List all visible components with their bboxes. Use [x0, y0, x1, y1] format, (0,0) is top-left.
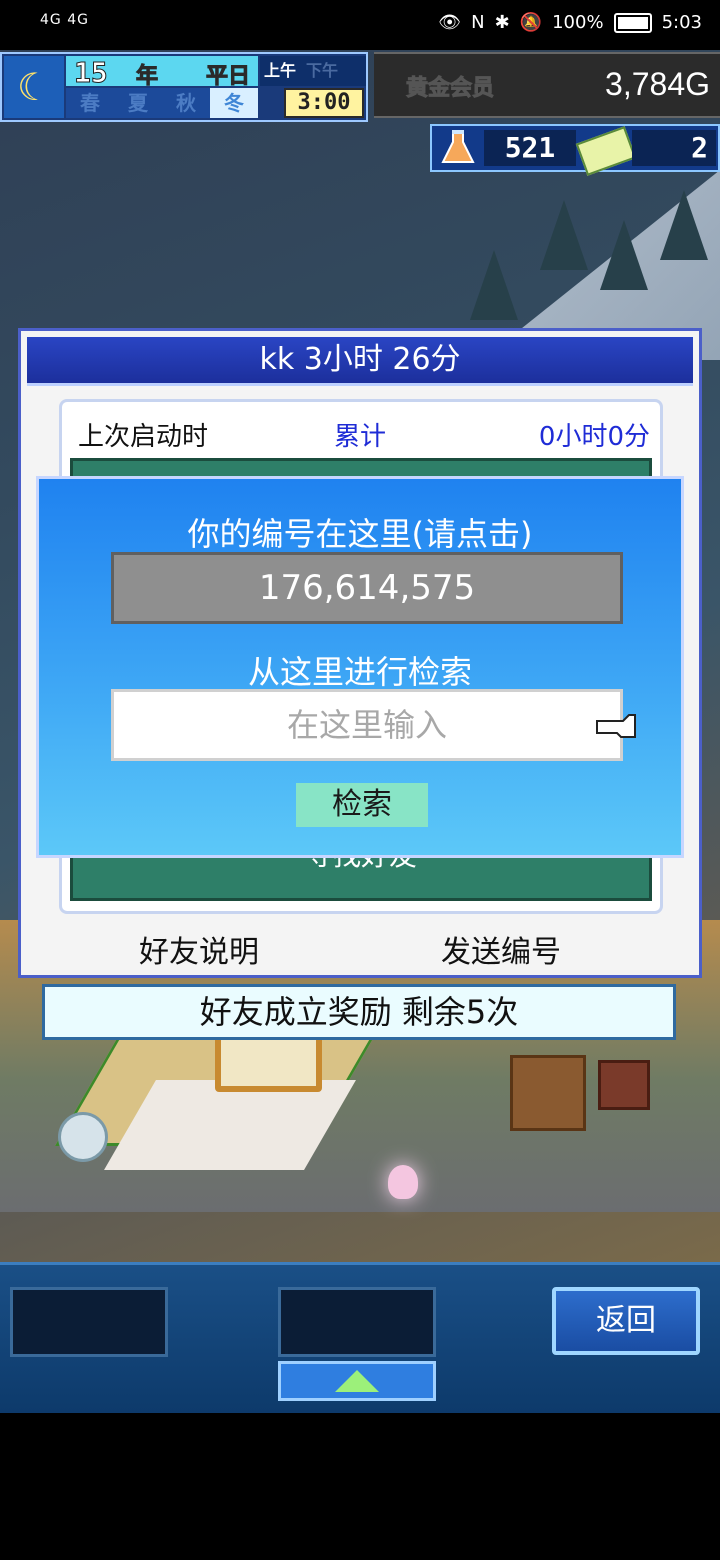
friend-bonus-banner: 好友成立奖励 剩余5次: [42, 984, 676, 1040]
season-spring: 春: [80, 91, 100, 115]
bottom-bar: 返回: [0, 1262, 720, 1413]
search-button[interactable]: 检索: [296, 783, 428, 827]
research-points: 521: [484, 130, 576, 166]
flask-icon: [441, 130, 475, 163]
season-row: 春 夏 秋 冬: [66, 88, 258, 118]
friend-description-button[interactable]: 好友说明: [139, 927, 259, 971]
resource-panel: 521 2: [430, 124, 720, 176]
id-dialog: 你的编号在这里(请点击) 176,614,575 从这里进行检索 检索: [36, 476, 684, 858]
nfc-icon: N: [471, 12, 485, 33]
bottom-slot-left[interactable]: [10, 1287, 168, 1357]
pine-tree-icon: [470, 250, 518, 320]
back-button[interactable]: 返回: [552, 1287, 700, 1355]
search-input[interactable]: [111, 689, 623, 761]
send-number-button[interactable]: 发送编号: [441, 927, 561, 971]
date-panel: ☾ 15 年 平日 春 夏 秋 冬 上午 下午 3:00: [0, 52, 368, 122]
eye-icon: 👁: [438, 12, 462, 33]
bottom-slot-middle[interactable]: [278, 1287, 436, 1357]
money-value: 3,784G: [605, 66, 710, 102]
ticket-count: 2: [632, 130, 716, 166]
am-label: 上午: [264, 61, 297, 80]
search-title: 从这里进行检索: [247, 653, 472, 691]
ampm-indicator: 上午 下午: [260, 56, 366, 86]
pine-tree-icon: [540, 200, 588, 270]
total-label: 累计: [334, 422, 387, 452]
battery-icon: [613, 12, 652, 33]
game-clock: 3:00: [284, 88, 364, 118]
pine-tree-icon: [660, 190, 708, 260]
gold-member-label: 黄金会员: [405, 76, 495, 102]
moon-icon: ☾: [4, 56, 64, 118]
season-winter: 冬: [210, 88, 258, 118]
status-bar: 4G 4G 👁 N ✱ 🔕 100% 5:03: [0, 0, 720, 50]
weekday-label: 平日: [205, 64, 250, 90]
bluetooth-icon: ✱: [494, 12, 510, 33]
year-unit: 年: [135, 64, 159, 90]
total-value: 0小时0分: [538, 422, 650, 452]
ticket-icon: [575, 126, 637, 176]
fan-icon[interactable]: [58, 1112, 108, 1162]
pointing-hand-icon: [596, 714, 636, 738]
pm-label: 下午: [306, 61, 339, 80]
battery-percent: 100%: [552, 12, 604, 33]
clock-time: 5:03: [661, 12, 702, 33]
year-number: 15: [74, 56, 109, 90]
cabinet-icon[interactable]: [510, 1055, 586, 1131]
panel-title: kk 3小时 26分: [27, 337, 693, 386]
lamp-icon[interactable]: [388, 1165, 418, 1199]
pine-tree-icon: [600, 220, 648, 290]
tv-icon[interactable]: [598, 1060, 650, 1110]
money-panel: 黄金会员 3,784G: [374, 52, 720, 118]
expand-menu-button[interactable]: [278, 1361, 436, 1401]
mute-icon: 🔕: [519, 12, 543, 33]
season-autumn: 秋: [176, 91, 196, 115]
user-id-box[interactable]: 176,614,575: [111, 552, 623, 624]
signal-indicator: 4G 4G: [40, 12, 89, 28]
season-summer: 夏: [128, 91, 148, 115]
dialog-title: 你的编号在这里(请点击): [187, 515, 533, 553]
triangle-up-icon: [335, 1370, 379, 1392]
last-start-label: 上次启动时: [78, 422, 209, 452]
